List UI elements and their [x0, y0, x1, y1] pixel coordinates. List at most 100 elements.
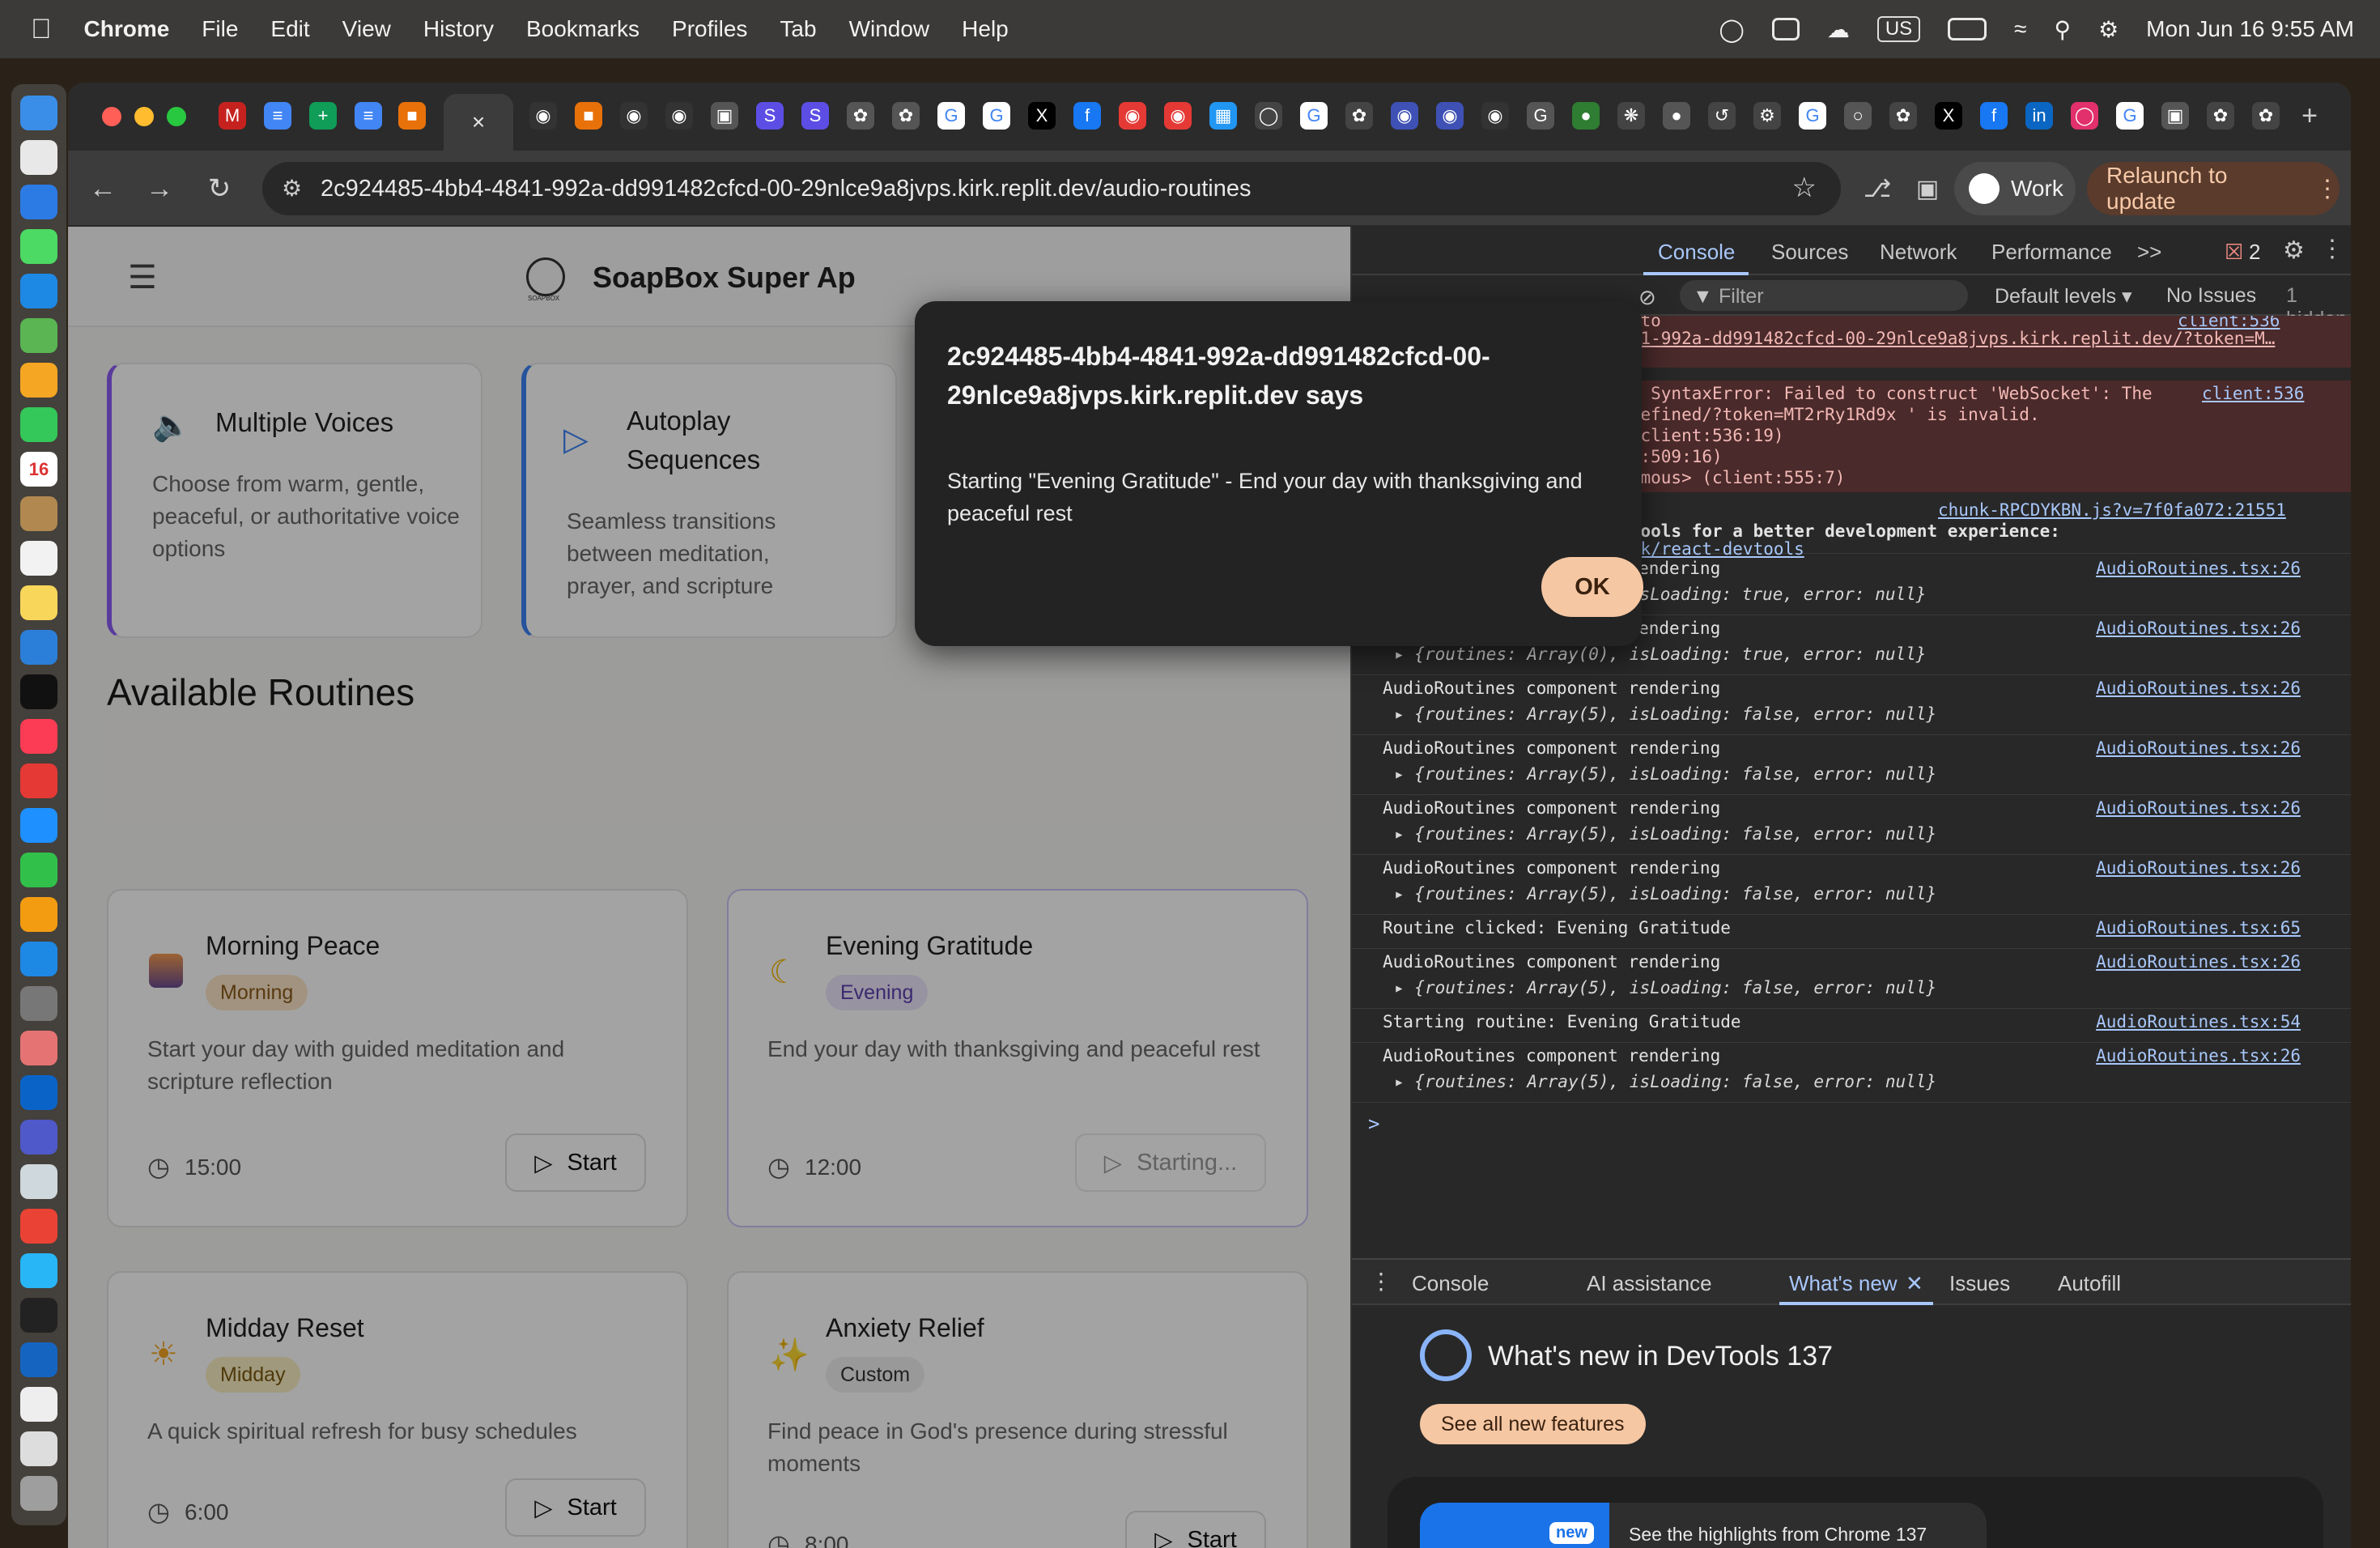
log-detail[interactable]: {routines: Array(5), isLoading: false, e…	[1414, 704, 1936, 724]
log-source-link[interactable]: AudioRoutines.tsx:26	[2096, 615, 2301, 641]
log-detail[interactable]: {routines: Array(5), isLoading: false, e…	[1414, 1072, 1936, 1091]
tab-s-icon[interactable]: S	[756, 102, 784, 130]
address-bar[interactable]: ⚙ 2c924485-4bb4-4841-992a-dd991482cfcd-0…	[262, 162, 1841, 215]
iphone-mirroring-icon[interactable]	[20, 1031, 57, 1065]
battery-icon[interactable]	[1948, 18, 1987, 40]
log-source-link[interactable]: AudioRoutines.tsx:26	[2096, 949, 2301, 975]
tab-google3-icon[interactable]: G	[1300, 102, 1328, 130]
ok-button[interactable]: OK	[1541, 557, 1643, 617]
tab-docs2-icon[interactable]: ≡	[355, 102, 382, 130]
tab-network[interactable]: Network	[1880, 240, 1957, 265]
log-source-link[interactable]: AudioRoutines.tsx:26	[2096, 555, 2301, 581]
devtools-settings-icon[interactable]: ⚙	[2283, 236, 2305, 265]
tab-github3-icon[interactable]: ◉	[665, 102, 693, 130]
wifi-icon[interactable]: ≈	[2014, 16, 2026, 42]
safari-icon[interactable]	[20, 185, 57, 219]
log-detail[interactable]: {routines: Array(5), isLoading: false, e…	[1414, 764, 1936, 784]
tab-google4-icon[interactable]: G	[1799, 102, 1826, 130]
tab-s2-icon[interactable]: S	[801, 102, 829, 130]
profile-button[interactable]: Work	[1954, 162, 2076, 215]
log-source-link[interactable]: AudioRoutines.tsx:26	[2096, 855, 2301, 881]
trash-icon[interactable]	[20, 1476, 57, 1511]
drawer-tab-issues[interactable]: Issues	[1949, 1271, 2010, 1296]
photos-icon[interactable]	[20, 363, 57, 398]
tab-dark-icon[interactable]: ●	[1663, 102, 1690, 130]
tab-gmail-icon[interactable]: M	[219, 102, 246, 130]
tab-console[interactable]: Console	[1658, 240, 1735, 265]
onepassword-icon[interactable]	[20, 1342, 57, 1377]
drawer-tab-autofill[interactable]: Autofill	[2058, 1271, 2121, 1296]
notes-icon[interactable]	[20, 585, 57, 620]
menu-app-name[interactable]: Chrome	[84, 16, 170, 42]
reload-icon[interactable]: ↻	[198, 167, 241, 211]
tab-globe-icon[interactable]: ◉	[1391, 102, 1418, 130]
url-text[interactable]: 2c924485-4bb4-4841-992a-dd991482cfcd-00-…	[321, 176, 1252, 202]
pages-icon[interactable]	[20, 897, 57, 932]
tab-circle-icon[interactable]: ○	[1844, 102, 1872, 130]
error-line[interactable]: bb4-4841-992a-dd991482cfcd-00-29nlce9a8j…	[1569, 329, 2275, 348]
more-tabs-icon[interactable]: >>	[2137, 240, 2161, 265]
tab-openai5-icon[interactable]: ✿	[2207, 102, 2234, 130]
tab-replit2-icon[interactable]: ■	[575, 102, 602, 130]
chrome-icon[interactable]	[20, 1209, 57, 1244]
tab-google5-icon[interactable]: G	[2116, 102, 2144, 130]
tab-page-icon[interactable]: ▣	[711, 102, 738, 130]
log-detail[interactable]: {routines: Array(5), isLoading: false, e…	[1414, 978, 1936, 997]
back-arrow-icon[interactable]: ←	[81, 167, 125, 211]
log-source-link[interactable]: AudioRoutines.tsx:26	[2096, 1043, 2301, 1069]
log-detail[interactable]: {routines: Array(0), isLoading: true, er…	[1414, 644, 1926, 664]
error-count-icon[interactable]: ☒	[2225, 240, 2243, 265]
tab-instagram-icon[interactable]: ◯	[2071, 102, 2098, 130]
log-source-link[interactable]: AudioRoutines.tsx:54	[2096, 1009, 2301, 1035]
menu-profiles[interactable]: Profiles	[672, 16, 747, 42]
teams-icon[interactable]	[20, 1120, 57, 1155]
tab-facebook2-icon[interactable]: f	[1980, 102, 2008, 130]
tab-page2-icon[interactable]: ▣	[2161, 102, 2189, 130]
drawer-menu-icon[interactable]: ⋮	[1370, 1268, 1392, 1295]
relaunch-button[interactable]: Relaunch to update ⋮	[2087, 162, 2340, 215]
tab-bug-icon[interactable]: ❋	[1617, 102, 1645, 130]
document-icon[interactable]	[20, 1387, 57, 1422]
news-icon[interactable]	[20, 763, 57, 798]
weather-icon[interactable]: ☁	[1827, 16, 1850, 43]
see-all-features-button[interactable]: See all new features	[1420, 1404, 1646, 1444]
console-log-entry[interactable]: AudioRoutines component rendering AudioRo…	[1352, 735, 2351, 795]
forward-arrow-icon[interactable]: →	[138, 167, 181, 211]
log-source-link[interactable]: AudioRoutines.tsx:26	[2096, 735, 2301, 761]
issues-indicator[interactable]: No Issues	[2166, 284, 2256, 308]
keynote-icon[interactable]	[20, 808, 57, 843]
tab-x-icon[interactable]: X	[1028, 102, 1056, 130]
tab-google2-icon[interactable]: G	[983, 102, 1010, 130]
log-detail[interactable]: {routines: Array(5), isLoading: false, e…	[1414, 824, 1936, 844]
tab-openai4-icon[interactable]: ✿	[1889, 102, 1917, 130]
devtools-menu-icon[interactable]: ⋮	[2320, 235, 2344, 263]
finder-icon[interactable]	[20, 96, 57, 130]
tab-google-icon[interactable]: G	[937, 102, 965, 130]
clear-console-icon[interactable]: ⊘	[1638, 285, 1656, 310]
console-log-entry[interactable]: Routine clicked: Evening Gratitude AudioR…	[1352, 915, 2351, 949]
tab-openai3-icon[interactable]: ✿	[1345, 102, 1373, 130]
tab-g-icon[interactable]: G	[1527, 102, 1554, 130]
highlight-card[interactable]: new See the highlights from Chrome 137	[1420, 1503, 1987, 1548]
tab-blue-icon[interactable]: ▦	[1209, 102, 1237, 130]
tab-sources[interactable]: Sources	[1771, 240, 1848, 265]
app-store-icon[interactable]	[20, 942, 57, 976]
bookmark-star-icon[interactable]: ☆	[1792, 172, 1817, 204]
console-prompt[interactable]: >	[1368, 1112, 1379, 1135]
disk-utility-icon[interactable]	[20, 1164, 57, 1199]
launchpad-icon[interactable]	[20, 140, 57, 175]
log-source-link[interactable]: AudioRoutines.tsx:26	[2096, 795, 2301, 821]
close-whats-new-icon[interactable]: ✕	[1906, 1271, 1923, 1296]
log-source-link[interactable]: AudioRoutines.tsx:26	[2096, 675, 2301, 701]
console-log-entry[interactable]: AudioRoutines component rendering AudioRo…	[1352, 855, 2351, 915]
tab-facebook-icon[interactable]: f	[1073, 102, 1101, 130]
music-icon[interactable]	[20, 719, 57, 754]
tab-replit-icon[interactable]: ■	[398, 102, 426, 130]
kebab-menu-icon[interactable]: ⋮	[2315, 175, 2340, 203]
menu-help[interactable]: Help	[962, 16, 1009, 42]
apple-menu-icon[interactable]: 	[31, 14, 52, 45]
drawer-tab-ai-assistance[interactable]: AI assistance	[1587, 1271, 1712, 1296]
reminders-icon[interactable]	[20, 541, 57, 576]
tab-history-icon[interactable]: ↺	[1708, 102, 1736, 130]
menu-tab[interactable]: Tab	[780, 16, 816, 42]
